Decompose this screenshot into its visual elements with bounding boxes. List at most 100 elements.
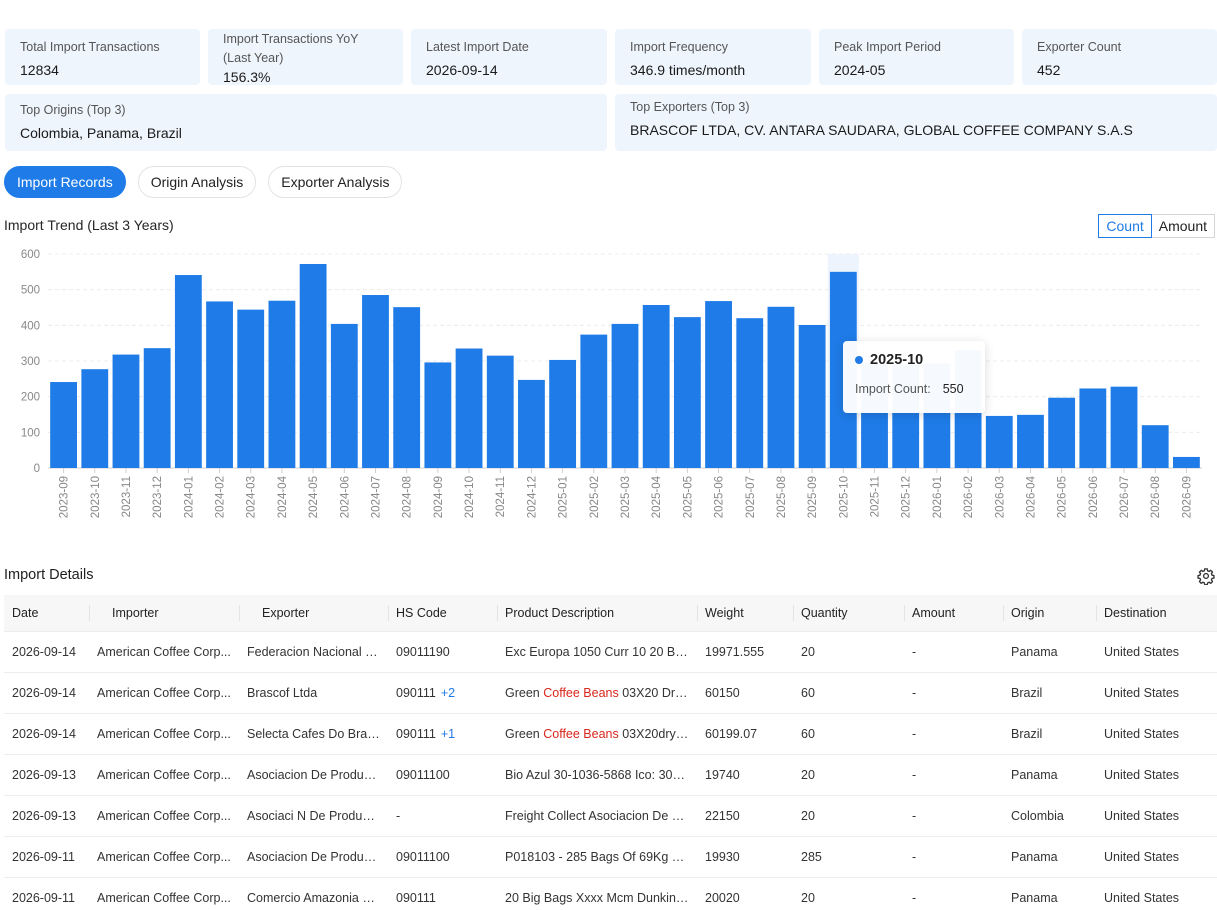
bar	[798, 324, 826, 468]
table-row[interactable]: 2026-09-13 American Coffee Corp... Asociac…	[4, 795, 1217, 837]
cell-hs: -	[388, 795, 497, 837]
hs-code: -	[396, 808, 401, 823]
stat-value: Colombia, Panama, Brazil	[20, 125, 182, 141]
bar	[237, 309, 265, 468]
description-text: Bio Azul 30-1036-5868 Ico: 30-0...	[505, 767, 695, 782]
cell-hs: 090111 +2	[388, 672, 497, 714]
stat-label: Import Transactions YoY (Last Year)	[223, 32, 359, 65]
gear-icon[interactable]	[1197, 567, 1215, 585]
column-header[interactable]: HS Code	[388, 595, 497, 632]
cell-dest: United States	[1096, 713, 1217, 755]
tab-import-records[interactable]: Import Records	[4, 166, 126, 198]
cell-importer: American Coffee Corp...	[89, 795, 239, 837]
cell-amount: -	[904, 672, 1003, 714]
stat-card-latest-date: Latest Import Date 2026-09-14	[411, 29, 607, 85]
x-tick-label: 2025-08	[776, 476, 788, 518]
stat-value: 2026-09-14	[426, 62, 498, 78]
x-tick-label: 2024-01	[183, 476, 195, 518]
column-header[interactable]: Amount	[904, 595, 1003, 632]
hs-code: 090111	[396, 685, 436, 700]
cell-weight: 20020	[697, 877, 793, 910]
cell-exporter: Federacion Nacional D...	[239, 631, 388, 673]
details-table: Date Importer Exporter HS Code Product D…	[4, 595, 1217, 910]
cell-date: 2026-09-14	[4, 713, 89, 755]
table-row[interactable]: 2026-09-11 American Coffee Corp... Asociac…	[4, 836, 1217, 878]
cell-dest: United States	[1096, 672, 1217, 714]
cell-hs: 09011190	[388, 631, 497, 673]
x-tick-label: 2023-10	[90, 476, 102, 518]
table-row[interactable]: 2026-09-14 American Coffee Corp... Brascof…	[4, 672, 1217, 714]
x-tick-label: 2025-04	[651, 475, 663, 518]
cell-dest: United States	[1096, 877, 1217, 910]
table-row[interactable]: 2026-09-11 American Coffee Corp... Comerci…	[4, 877, 1217, 910]
column-header[interactable]: Weight	[697, 595, 793, 632]
table-row[interactable]: 2026-09-14 American Coffee Corp... Federac…	[4, 631, 1217, 673]
x-tick-label: 2026-01	[932, 476, 944, 518]
stat-label: Top Origins (Top 3)	[20, 103, 126, 117]
cell-importer: American Coffee Corp...	[89, 754, 239, 796]
cell-hs: 09011100	[388, 754, 497, 796]
cell-desc: Freight Collect Asociacion De Xx...	[497, 795, 697, 837]
bar	[424, 362, 452, 468]
cell-exporter: Asociacion De Product...	[239, 754, 388, 796]
column-header[interactable]: Importer	[89, 595, 239, 632]
cell-origin: Panama	[1003, 877, 1096, 910]
bar	[611, 323, 639, 468]
cell-date: 2026-09-13	[4, 754, 89, 796]
stat-label: Latest Import Date	[426, 40, 529, 54]
description-text: 03X20 Dry (T...	[618, 685, 697, 700]
x-tick-label: 2025-06	[714, 476, 726, 518]
cell-hs: 090111 +1	[388, 713, 497, 755]
x-tick-label: 2026-04	[1025, 475, 1037, 518]
bar	[393, 307, 421, 468]
toggle-count-button[interactable]: Count	[1098, 214, 1152, 238]
stat-value: 2024-05	[834, 62, 886, 78]
hs-more-link[interactable]: +2	[441, 686, 455, 700]
stat-value: BRASCOF LTDA, CV. ANTARA SAUDARA, GLOBAL…	[630, 122, 1133, 138]
cell-date: 2026-09-13	[4, 795, 89, 837]
stat-card-total-transactions: Total Import Transactions 12834	[5, 29, 200, 85]
cell-qty: 60	[793, 713, 904, 755]
cell-importer: American Coffee Corp...	[89, 836, 239, 878]
bar	[1017, 414, 1044, 468]
bar	[985, 415, 1013, 468]
bar	[486, 355, 514, 468]
chart-tooltip: 2025-10 Import Count: 550	[843, 341, 985, 413]
bar	[206, 301, 233, 468]
cell-weight: 22150	[697, 795, 793, 837]
column-header[interactable]: Destination	[1096, 595, 1217, 632]
x-tick-label: 2024-08	[402, 476, 414, 518]
x-tick-label: 2024-05	[308, 476, 320, 518]
stat-value: 12834	[20, 62, 59, 78]
x-tick-label: 2025-05	[682, 476, 694, 518]
analysis-tabs: Import Records Origin Analysis Exporter …	[4, 166, 403, 198]
column-header[interactable]: Origin	[1003, 595, 1096, 632]
toggle-amount-button[interactable]: Amount	[1151, 214, 1215, 238]
bar	[580, 334, 608, 468]
bar	[268, 300, 296, 468]
stat-card-top-origins: Top Origins (Top 3) Colombia, Panama, Br…	[5, 94, 607, 151]
tab-origin-analysis[interactable]: Origin Analysis	[137, 166, 257, 198]
table-row[interactable]: 2026-09-13 American Coffee Corp... Asociac…	[4, 754, 1217, 796]
cell-date: 2026-09-14	[4, 672, 89, 714]
x-tick-label: 2025-07	[745, 476, 757, 518]
x-tick-label: 2024-06	[339, 476, 351, 518]
table-row[interactable]: 2026-09-14 American Coffee Corp... Selecta…	[4, 713, 1217, 755]
stat-card-exporter-count: Exporter Count 452	[1022, 29, 1217, 85]
cell-weight: 60199.07	[697, 713, 793, 755]
stat-label: Top Exporters (Top 3)	[630, 100, 750, 114]
hs-more-link[interactable]: +1	[441, 727, 455, 741]
description-text: P018103 - 285 Bags Of 69Kg	[505, 849, 672, 864]
column-header[interactable]: Exporter	[239, 595, 388, 632]
column-header[interactable]: Date	[4, 595, 89, 632]
y-tick-label: 400	[21, 320, 40, 332]
y-tick-label: 600	[21, 249, 40, 261]
tab-exporter-analysis[interactable]: Exporter Analysis	[268, 166, 403, 198]
bar	[143, 348, 171, 468]
bar	[549, 359, 577, 468]
column-header[interactable]: Product Description	[497, 595, 697, 632]
x-tick-label: 2025-02	[589, 476, 601, 518]
cell-desc: Exc Europa 1050 Curr 10 20 Big ...	[497, 631, 697, 673]
stat-card-top-exporters: Top Exporters (Top 3) BRASCOF LTDA, CV. …	[615, 94, 1217, 151]
column-header[interactable]: Quantity	[793, 595, 904, 632]
